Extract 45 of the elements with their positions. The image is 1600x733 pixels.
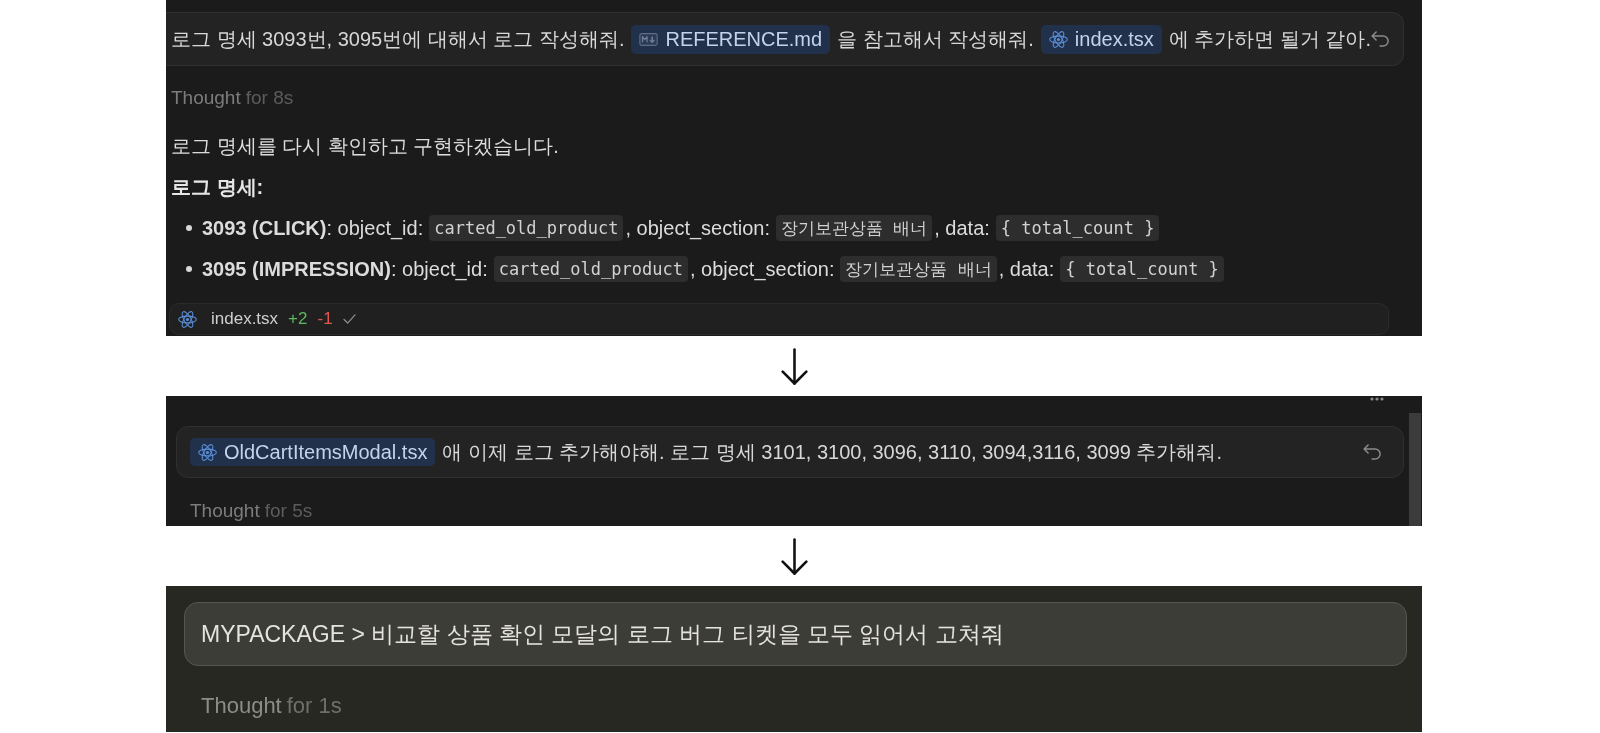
down-arrow-icon: [780, 537, 808, 575]
message-text: 애 이제 로그 추가해야해. 로그 명세 3101, 3100, 3096, 3110, 3094,3116, 3099 추가해줘.: [442, 440, 1222, 463]
list-item-text: , data:: [998, 257, 1055, 281]
file-chip[interactable]: REFERENCE.md: [631, 24, 831, 54]
file-change-card[interactable]: index.tsx +2 -1: [169, 303, 1389, 335]
undo-icon[interactable]: [1371, 31, 1389, 47]
react-icon: [178, 310, 197, 328]
markdown-icon: [639, 32, 659, 46]
removed-count: -1: [317, 309, 333, 329]
undo-icon[interactable]: [1363, 444, 1381, 460]
list-item-text: , data:: [934, 216, 990, 240]
thought-duration: for 8s: [245, 87, 294, 108]
code-snippet: { total_count }: [995, 215, 1160, 241]
bullet-icon: [186, 266, 192, 272]
file-chip[interactable]: index.tsx: [1040, 24, 1162, 54]
react-icon: [198, 443, 217, 461]
bullet-icon: [186, 225, 192, 231]
thought-label[interactable]: Thought: [171, 87, 241, 108]
code-snippet: carted_old_product: [429, 215, 624, 241]
thought-label[interactable]: Thought: [201, 693, 282, 718]
list-item-text: 3093 (CLICK): object_id:: [202, 216, 424, 240]
code-snippet: 장기보관상품 배너: [840, 256, 997, 282]
scrollbar[interactable]: [1409, 413, 1421, 526]
more-icon[interactable]: [1370, 397, 1384, 401]
response-heading: 로그 명세:: [171, 176, 264, 198]
list-item-text: 3095 (IMPRESSION): object_id:: [202, 257, 488, 281]
message-text: MYPACKAGE > 비교할 상품 확인 모달의 로그 버그 티켓을 모두 읽어서 고쳐줘: [201, 620, 1004, 647]
check-icon: [342, 314, 356, 324]
message-text: 에 추가하면 될거 같아.: [1168, 27, 1371, 50]
file-name: index.tsx: [211, 309, 279, 329]
list-item-text: , object_section:: [689, 257, 835, 281]
message-text: 로그 명세 3093번, 3095번에 대해서 로그 작성해줘.: [171, 27, 625, 50]
file-chip[interactable]: OldCartItemsModal.tsx: [190, 438, 436, 466]
code-snippet: { total_count }: [1060, 256, 1224, 282]
react-icon: [1048, 30, 1068, 48]
list-item-text: , object_section:: [625, 216, 770, 240]
message-text: 을 참고해서 작성해줘.: [837, 27, 1034, 50]
code-snippet: carted_old_product: [493, 256, 688, 282]
down-arrow-icon: [780, 347, 808, 385]
code-snippet: 장기보관상품 배너: [776, 215, 933, 241]
response-text: 로그 명세를 다시 확인하고 구현하겠습니다.: [171, 135, 559, 157]
thought-label[interactable]: Thought: [190, 500, 260, 521]
thought-duration: for 5s: [264, 500, 313, 521]
thought-duration: for 1s: [286, 693, 342, 718]
added-count: +2: [288, 309, 308, 329]
